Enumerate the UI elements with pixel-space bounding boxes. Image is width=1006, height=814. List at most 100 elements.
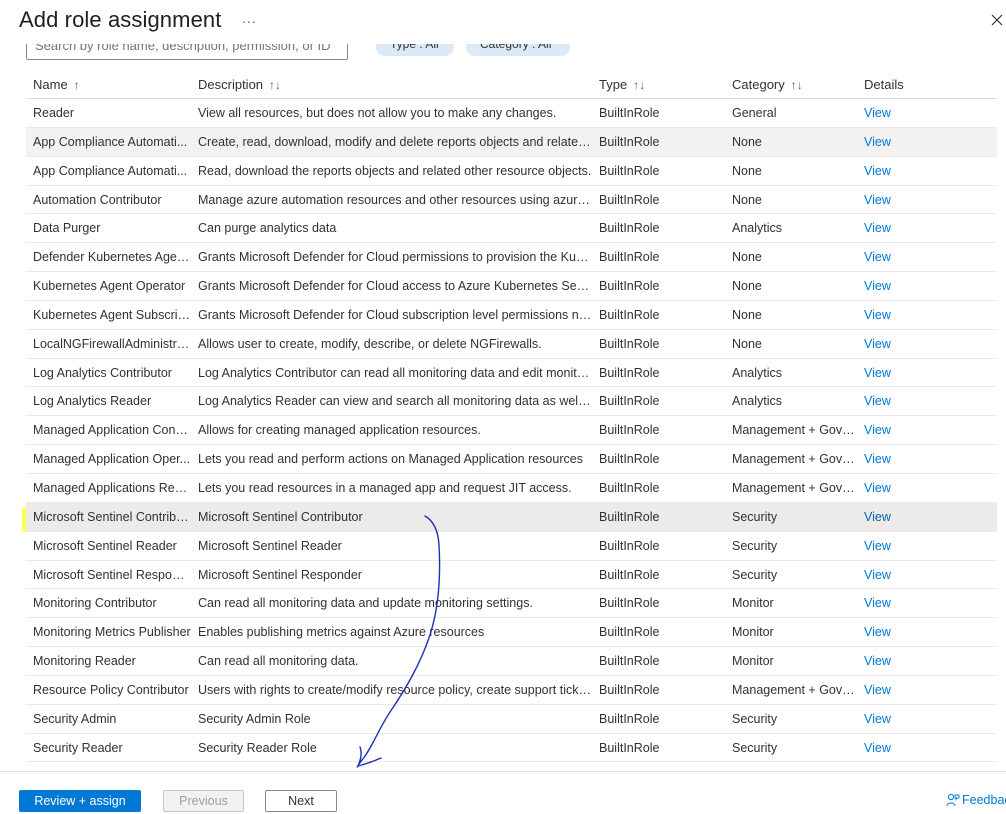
category-filter-pill[interactable]: Category : All (466, 44, 570, 56)
role-type-cell: BuiltInRole (599, 423, 660, 438)
role-description-cell: Microsoft Sentinel Responder (198, 567, 362, 582)
role-type-cell: BuiltInRole (599, 336, 660, 351)
table-row[interactable]: Reader View all resources, but does not a… (26, 99, 997, 128)
view-details-link[interactable]: View (864, 452, 924, 466)
close-icon[interactable] (988, 10, 1006, 30)
sort-arrows-icon[interactable]: ↑↓ (269, 78, 281, 92)
role-type-cell: BuiltInRole (599, 567, 660, 582)
table-row[interactable]: Monitoring Contributor Can read all monit… (26, 589, 997, 619)
table-row[interactable]: Microsoft Sentinel Contribu... Microsoft … (26, 502, 997, 532)
role-type-cell: BuiltInRole (599, 192, 660, 207)
role-type-cell: BuiltInRole (599, 365, 660, 380)
view-details-link[interactable]: View (864, 193, 924, 207)
view-details-link[interactable]: View (864, 337, 924, 351)
role-name-cell: Log Analytics Contributor (33, 365, 172, 380)
table-row[interactable]: Defender Kubernetes Agent ... Grants Micr… (26, 243, 997, 273)
table-row[interactable]: Monitoring Metrics Publisher Enables publ… (26, 618, 997, 648)
view-details-link[interactable]: View (864, 394, 924, 408)
view-details-link[interactable]: View (864, 654, 924, 668)
role-name-cell: Kubernetes Agent Operator (33, 279, 186, 294)
table-row[interactable]: Managed Applications Read... Lets you rea… (26, 474, 997, 503)
view-details-link[interactable]: View (864, 279, 924, 293)
role-description-cell: View all resources, but does not allow y… (198, 106, 557, 120)
table-row[interactable]: Log Analytics Contributor Log Analytics C… (26, 359, 997, 388)
table-row[interactable]: App Compliance Automati... Create, read, … (26, 127, 997, 157)
table-row[interactable]: Data Purger Can purge analytics data Built… (26, 214, 997, 244)
sort-arrows-icon[interactable]: ↑ (74, 78, 80, 92)
role-category-cell: Management + Gover... (732, 452, 858, 467)
column-header-type-label: Type (599, 77, 628, 92)
view-details-link[interactable]: View (864, 250, 924, 264)
type-filter-pill[interactable]: Type : All (376, 44, 454, 56)
role-type-cell: BuiltInRole (599, 596, 660, 611)
role-name-cell: Security Reader (33, 740, 123, 755)
role-name-cell: Microsoft Sentinel Reader (33, 538, 177, 553)
column-header-name[interactable]: Name ↑ (33, 77, 80, 92)
review-assign-button[interactable]: Review + assign (19, 790, 141, 812)
sort-arrows-icon[interactable]: ↑↓ (791, 78, 803, 92)
view-details-link[interactable]: View (864, 164, 924, 178)
table-row[interactable]: Microsoft Sentinel Responder Microsoft Se… (26, 561, 997, 590)
role-type-cell: BuiltInRole (599, 480, 660, 495)
view-details-link[interactable]: View (864, 596, 924, 610)
role-description-cell: Microsoft Sentinel Reader (198, 538, 342, 553)
search-input[interactable] (26, 44, 348, 60)
role-name-cell: LocalNGFirewallAdministrat... (33, 336, 191, 351)
role-type-cell: BuiltInRole (599, 682, 660, 697)
column-header-description[interactable]: Description ↑↓ (198, 77, 281, 92)
role-category-cell: Management + Gover... (732, 423, 858, 438)
view-details-link[interactable]: View (864, 481, 924, 495)
sort-arrows-icon[interactable]: ↑↓ (633, 78, 645, 92)
role-description-cell: Log Analytics Contributor can read all m… (198, 365, 592, 380)
column-header-type[interactable]: Type ↑↓ (599, 77, 645, 92)
next-button[interactable]: Next (265, 790, 337, 812)
view-details-link[interactable]: View (864, 625, 924, 639)
feedback-label: Feedback (962, 793, 1006, 807)
table-row[interactable]: Security Admin Security Admin Role BuiltIn… (26, 705, 997, 734)
footer-divider (0, 771, 1006, 772)
role-type-cell: BuiltInRole (599, 106, 660, 120)
table-row[interactable]: Automation Contributor Manage azure autom… (26, 186, 997, 215)
filter-bar: Type : All Category : All (0, 44, 1006, 62)
role-category-cell: None (732, 134, 762, 149)
table-row[interactable]: Kubernetes Agent Subscript... Grants Micr… (26, 301, 997, 330)
view-details-link[interactable]: View (864, 366, 924, 380)
view-details-link[interactable]: View (864, 423, 924, 437)
role-category-cell: Monitor (732, 596, 774, 611)
column-header-category[interactable]: Category ↑↓ (732, 77, 803, 92)
feedback-link[interactable]: Feedback (946, 793, 1006, 807)
view-details-link[interactable]: View (864, 539, 924, 553)
role-category-cell: Security (732, 740, 778, 755)
previous-button[interactable]: Previous (163, 790, 244, 812)
view-details-link[interactable]: View (864, 683, 924, 697)
column-header-details-label: Details (864, 77, 904, 92)
feedback-person-icon (946, 793, 960, 807)
role-name-cell: Monitoring Metrics Publisher (33, 625, 191, 640)
view-details-link[interactable]: View (864, 308, 924, 322)
table-row[interactable]: Kubernetes Agent Operator Grants Microsof… (26, 272, 997, 301)
table-row[interactable]: Resource Policy Contributor Users with ri… (26, 676, 997, 705)
more-options-icon[interactable]: ... (242, 10, 257, 26)
view-details-link[interactable]: View (864, 135, 924, 149)
view-details-link[interactable]: View (864, 741, 924, 755)
view-details-link[interactable]: View (864, 510, 924, 524)
table-row[interactable]: Log Analytics Reader Log Analytics Reader… (26, 387, 997, 417)
blade-header: Add role assignment ... (0, 0, 1006, 44)
table-row[interactable]: Managed Application Oper... Lets you read… (26, 445, 997, 474)
table-row[interactable]: Monitoring Reader Can read all monitoring… (26, 647, 997, 676)
view-details-link[interactable]: View (864, 712, 924, 726)
table-row[interactable]: LocalNGFirewallAdministrat... Allows user… (26, 330, 997, 359)
table-row[interactable]: Managed Application Contr... Allows for c… (26, 416, 997, 446)
table-row[interactable]: App Compliance Automati... Read, download… (26, 157, 997, 186)
role-type-cell: BuiltInRole (599, 394, 660, 409)
table-row[interactable]: Security Reader Security Reader Role Built… (26, 734, 997, 763)
table-row[interactable]: Microsoft Sentinel Reader Microsoft Senti… (26, 532, 997, 561)
role-type-cell: BuiltInRole (599, 221, 660, 236)
role-name-cell: Microsoft Sentinel Responder (33, 567, 191, 582)
view-details-link[interactable]: View (864, 568, 924, 582)
role-name-cell: Kubernetes Agent Subscript... (33, 307, 191, 322)
role-description-cell: Read, download the reports objects and r… (198, 163, 592, 178)
role-description-cell: Lets you read resources in a managed app… (198, 480, 572, 495)
view-details-link[interactable]: View (864, 221, 924, 235)
view-details-link[interactable]: View (864, 106, 924, 120)
